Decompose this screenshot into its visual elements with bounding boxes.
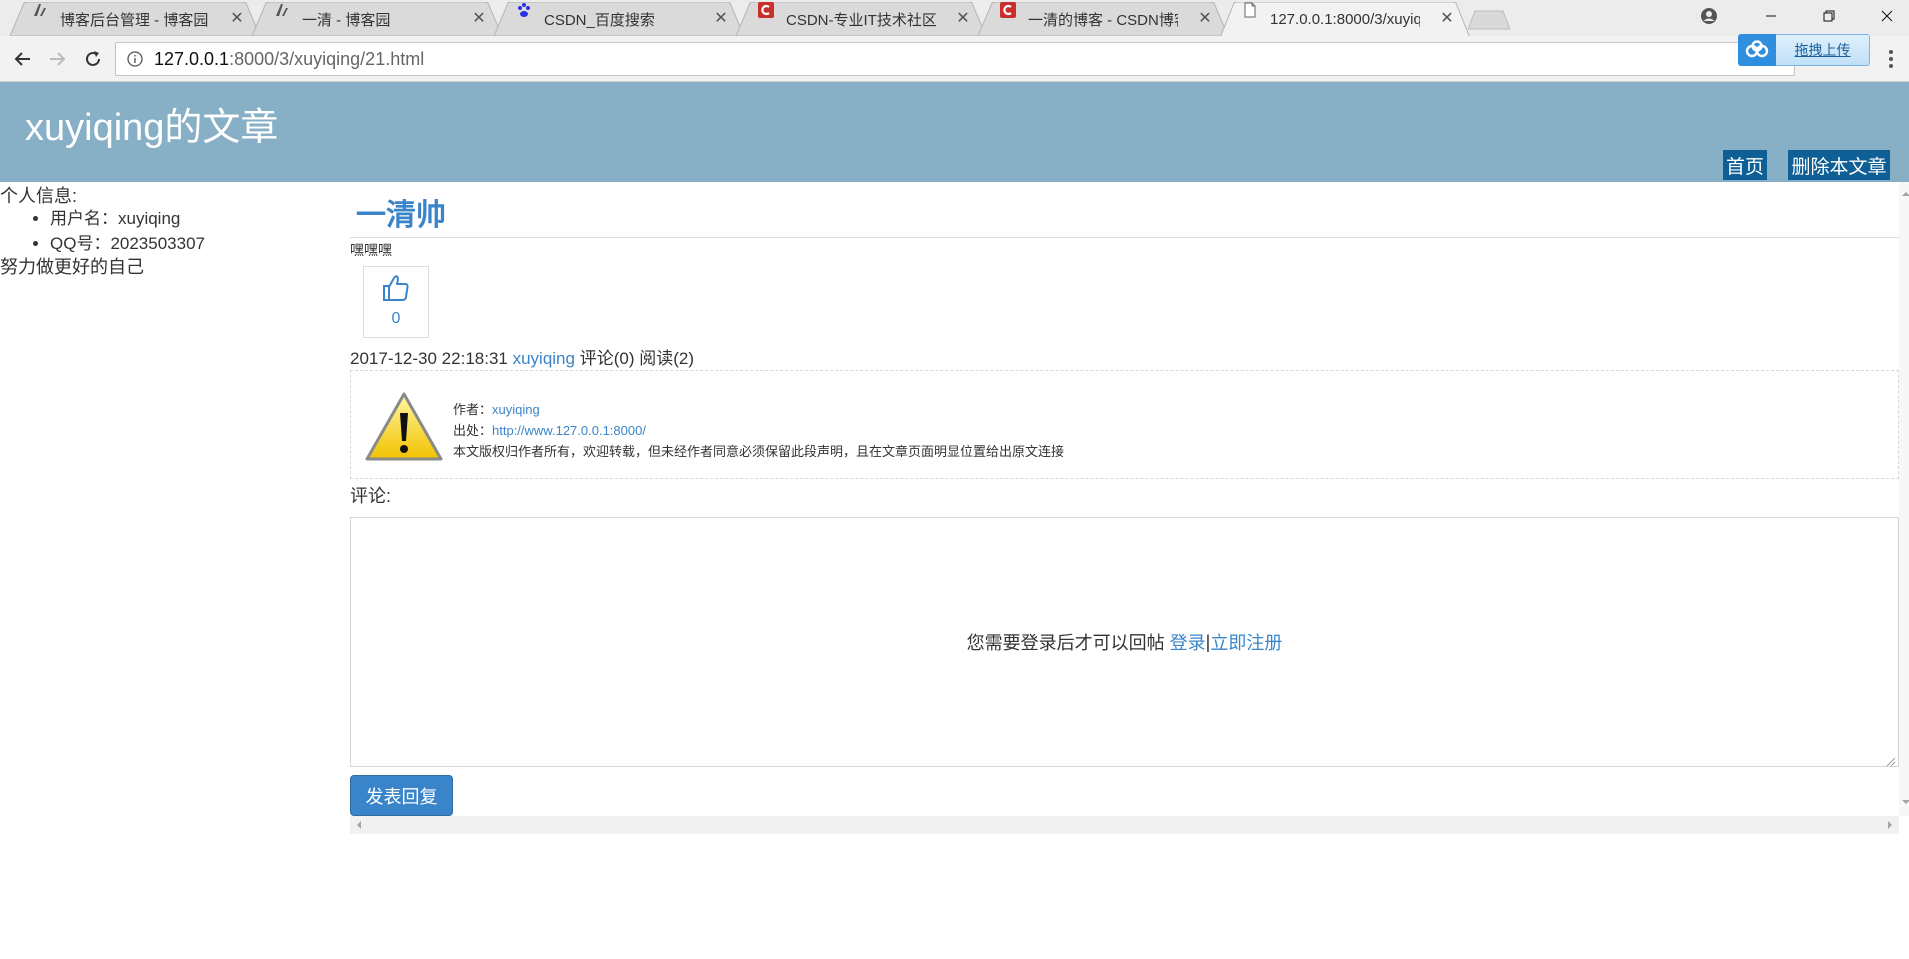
like-count: 0 <box>391 310 401 327</box>
article-body: 嘿嘿嘿 <box>350 242 392 258</box>
reload-button[interactable] <box>78 44 108 74</box>
browser-tab[interactable]: CSDN-专业IT技术社区 ✕ <box>736 2 986 36</box>
address-bar[interactable]: 127.0.0.1:8000/3/xuyiqing/21.html <box>115 42 1795 76</box>
site-title: xuyiqing的文章 <box>25 107 279 149</box>
drag-upload-widget[interactable]: 拖拽上传 <box>1738 34 1870 66</box>
url-host: 127.0.0.1 <box>154 48 230 69</box>
horizontal-scrollbar[interactable] <box>350 816 1899 834</box>
tab-title: CSDN-专业IT技术社区 <box>786 11 936 29</box>
back-button[interactable] <box>8 44 38 74</box>
author-link[interactable]: xuyiqing <box>513 349 575 368</box>
motto-text: 努力做更好的自己 <box>0 257 144 277</box>
comment-textarea[interactable]: 您需要登录后才可以回帖 登录 | 立即注册 <box>350 517 1899 767</box>
login-prompt: 您需要登录后才可以回帖 登录 | 立即注册 <box>351 518 1898 766</box>
nav-delete-article-link[interactable]: 删除本文章 <box>1788 150 1890 180</box>
close-window-icon[interactable] <box>1864 0 1909 32</box>
csdn-icon <box>1000 2 1016 27</box>
page-icon <box>1242 2 1258 27</box>
login-prompt-text: 您需要登录后才可以回帖 <box>966 633 1165 653</box>
tab-title: 127.0.0.1:8000/3/xuyiq <box>1270 10 1420 28</box>
tab-title: 一清 - 博客园 <box>302 11 391 29</box>
comment-count: 评论(0) <box>579 349 635 368</box>
login-link[interactable]: 登录 <box>1170 629 1206 655</box>
source-url-link[interactable]: http://www.127.0.0.1:8000/ <box>492 423 646 438</box>
url-path: :8000/3/xuyiqing/21.html <box>229 48 425 69</box>
read-count: 阅读(2) <box>639 349 694 368</box>
register-link[interactable]: 立即注册 <box>1210 629 1282 655</box>
restore-icon[interactable] <box>1806 0 1852 32</box>
submit-reply-button[interactable]: 发表回复 <box>350 775 453 816</box>
thumbs-up-icon <box>381 273 411 308</box>
author-label: 作者： <box>453 402 493 417</box>
cnblogs-icon <box>274 4 290 27</box>
tab-close-icon[interactable]: ✕ <box>228 10 246 28</box>
tab-title: 博客后台管理 - 博客园 <box>60 11 209 29</box>
new-tab-button[interactable] <box>1467 10 1511 30</box>
browser-tab[interactable]: 博客后台管理 - 博客园 ✕ <box>10 2 260 36</box>
article-title[interactable]: 一清帅 <box>356 190 446 234</box>
like-button[interactable]: 0 <box>363 266 429 338</box>
browser-menu-icon[interactable] <box>1881 46 1901 72</box>
browser-tab-active[interactable]: 127.0.0.1:8000/3/xuyiq ✕ <box>1220 2 1470 38</box>
copyright-statement: 本文版权归作者所有，欢迎转载，但未经作者同意必须保留此段声明，且在文章页面明显位… <box>453 444 1065 459</box>
copyright-notice: 作者：xuyiqing 出处：http://www.127.0.0.1:8000… <box>350 370 1899 479</box>
baidu-paw-icon <box>516 3 532 27</box>
browser-tab[interactable]: 一清的博客 - CSDN博客 ✕ <box>978 2 1228 36</box>
source-label: 出处： <box>453 423 493 438</box>
copyright-text: 作者：xuyiqing 出处：http://www.127.0.0.1:8000… <box>453 399 1064 462</box>
resize-grip-icon[interactable] <box>1886 754 1896 767</box>
tab-close-icon[interactable]: ✕ <box>712 10 730 28</box>
warning-icon <box>364 391 444 463</box>
tab-close-icon[interactable]: ✕ <box>1438 10 1456 28</box>
tab-title: 一清的博客 - CSDN博客 <box>1028 11 1178 29</box>
url-text[interactable]: 127.0.0.1:8000/3/xuyiqing/21.html <box>154 49 424 70</box>
browser-tab[interactable]: 一清 - 博客园 ✕ <box>252 2 502 36</box>
personal-info-heading: 个人信息: <box>0 186 78 206</box>
list-item: 用户名：xuyiqing <box>50 206 205 231</box>
browser-toolbar: 127.0.0.1:8000/3/xuyiqing/21.html <box>0 36 1909 82</box>
info-icon[interactable] <box>126 50 144 68</box>
profile-icon[interactable] <box>1686 0 1732 32</box>
tab-close-icon[interactable]: ✕ <box>470 10 488 28</box>
article-meta: 2017-12-30 22:18:31 xuyiqing 评论(0) 阅读(2) <box>350 344 694 369</box>
tab-close-icon[interactable]: ✕ <box>954 10 972 28</box>
cnblogs-icon <box>32 4 48 27</box>
nav-home-link[interactable]: 首页 <box>1723 150 1767 180</box>
forward-button[interactable] <box>42 44 72 74</box>
browser-tabstrip: 博客后台管理 - 博客园 ✕ 一清 - 博客园 ✕ CSDN_百度搜索 ✕ CS… <box>0 0 1909 38</box>
tab-close-icon[interactable]: ✕ <box>1196 10 1214 28</box>
site-banner: xuyiqing的文章 首页 删除本文章 <box>0 82 1909 182</box>
minimize-icon[interactable] <box>1748 0 1794 32</box>
comments-heading: 评论: <box>350 486 392 506</box>
tab-title: CSDN_百度搜索 <box>544 11 655 29</box>
page-viewport: xuyiqing的文章 首页 删除本文章 个人信息: 用户名：xuyiqing … <box>0 82 1909 959</box>
cloud-icon <box>1738 34 1776 66</box>
post-datetime: 2017-12-30 22:18:31 <box>350 349 508 368</box>
vertical-scrollbar[interactable] <box>1899 182 1909 816</box>
csdn-icon <box>758 2 774 27</box>
upload-label[interactable]: 拖拽上传 <box>1776 34 1870 66</box>
personal-info-list: 用户名：xuyiqing QQ号：2023503307 <box>0 206 205 256</box>
browser-tab[interactable]: CSDN_百度搜索 ✕ <box>494 2 744 36</box>
title-divider <box>350 237 1899 238</box>
copyright-author-link[interactable]: xuyiqing <box>492 402 540 417</box>
